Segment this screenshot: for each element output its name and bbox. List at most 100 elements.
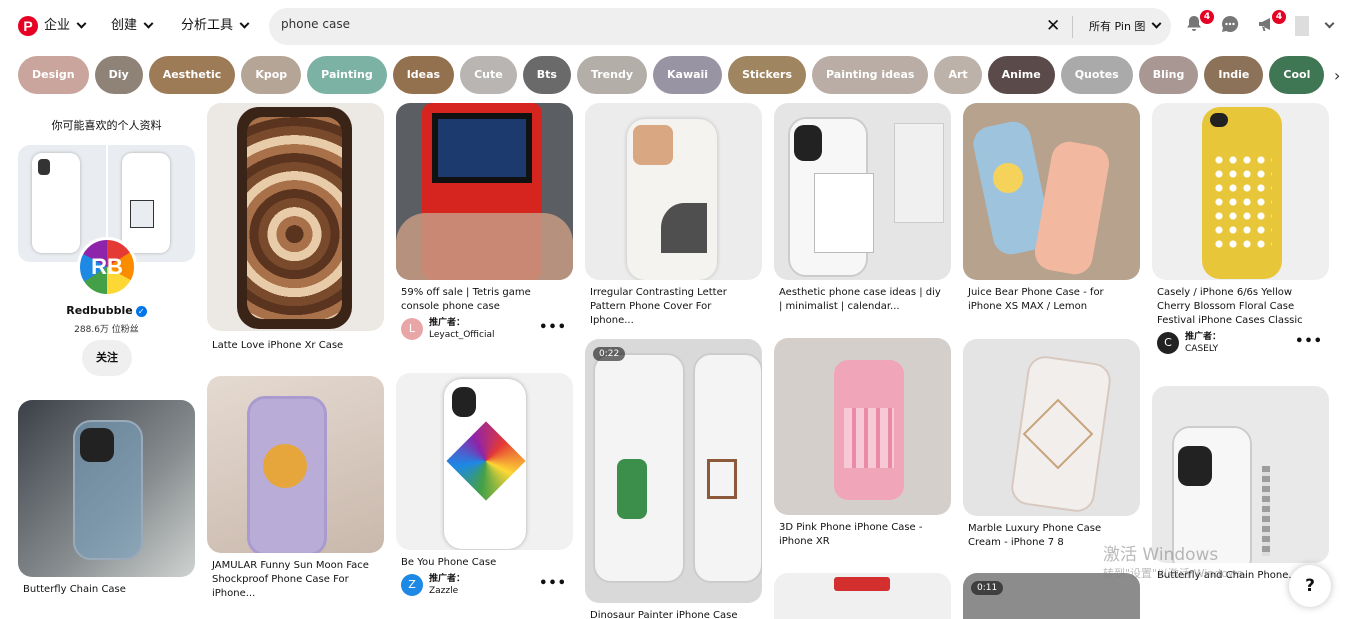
chip-trendy[interactable]: Trendy xyxy=(576,56,647,94)
promoter-avatar: C xyxy=(1157,332,1179,354)
search-input[interactable] xyxy=(281,17,981,31)
message-icon xyxy=(1221,15,1239,33)
more-options-icon[interactable]: ••• xyxy=(539,320,567,335)
follow-button[interactable]: 关注 xyxy=(82,340,132,376)
profile-name[interactable]: Redbubble ✓ xyxy=(18,304,195,317)
chip-bling[interactable]: Bling xyxy=(1138,56,1199,94)
pin-column xyxy=(774,573,951,619)
redbubble-avatar[interactable]: RB xyxy=(77,237,137,297)
pin-title: Be You Phone Case xyxy=(401,557,497,568)
watermark-line2: 转到"设置"以激活 Windows。 xyxy=(1103,567,1254,580)
pin-card[interactable]: Irregular Contrasting Letter Pattern Pho… xyxy=(585,103,762,328)
chip-art[interactable]: Art xyxy=(934,56,982,94)
top-bar: P 企业 创建 分析工具 ✕ 所有 Pin 图 4 4 xyxy=(0,0,1345,52)
chip-stickers[interactable]: Stickers xyxy=(728,56,807,94)
chip-ideas[interactable]: Ideas xyxy=(392,56,455,94)
user-avatar[interactable] xyxy=(1295,16,1309,36)
promoted-label: 推广者： xyxy=(429,318,466,328)
pin-image xyxy=(1152,386,1329,563)
pin-card[interactable]: 59% off sale | Tetris game console phone… xyxy=(396,103,573,344)
chip-kawaii[interactable]: Kawaii xyxy=(653,56,723,94)
nav-business[interactable]: 企业 xyxy=(44,16,87,36)
chevron-down-icon[interactable] xyxy=(1324,18,1335,29)
pin-promoter[interactable]: L 推广者： Leyact_Official ••• xyxy=(396,314,573,344)
pin-image xyxy=(207,103,384,331)
pin-title: Irregular Contrasting Letter Pattern Pho… xyxy=(590,287,727,326)
chip-anime[interactable]: Anime xyxy=(987,56,1055,94)
promoter-avatar: L xyxy=(401,318,423,340)
pin-card[interactable]: Be You Phone Case Z 推广者： Zazzle ••• xyxy=(396,373,573,600)
pinterest-logo-icon[interactable]: P xyxy=(18,16,38,36)
notifications-button[interactable]: 4 xyxy=(1184,10,1214,38)
pin-promoter[interactable]: C 推广者： CASELY ••• xyxy=(1152,328,1329,358)
pin-title: Butterfly Chain Case xyxy=(23,584,126,595)
pin-card[interactable]: JAMULAR Funny Sun Moon Face Shockproof P… xyxy=(207,376,384,601)
pin-image xyxy=(963,103,1140,280)
search-scope-dropdown[interactable]: 所有 Pin 图 xyxy=(1089,18,1162,34)
promoter-name: CASELY xyxy=(1185,344,1219,354)
nav-create[interactable]: 创建 xyxy=(111,16,154,36)
pin-column: Casely / iPhone 6/6s Yellow Cherry Bloss… xyxy=(1152,103,1329,358)
promoted-label: 推广者： xyxy=(1185,332,1222,342)
more-options-icon[interactable]: ••• xyxy=(539,576,567,591)
pin-image xyxy=(396,103,573,280)
pin-image xyxy=(774,573,951,619)
chip-design[interactable]: Design xyxy=(18,56,89,94)
pin-column: 0:22 Dinosaur Painter iPhone Case xyxy=(585,339,762,619)
pin-column: JAMULAR Funny Sun Moon Face Shockproof P… xyxy=(207,376,384,601)
chip-indie[interactable]: Indie xyxy=(1204,56,1264,94)
pin-title: 3D Pink Phone iPhone Case - iPhone XR xyxy=(779,522,923,547)
pin-column: Juice Bear Phone Case - for iPhone XS MA… xyxy=(963,103,1140,314)
chip-cool[interactable]: Cool xyxy=(1269,56,1325,94)
close-icon[interactable]: ✕ xyxy=(1046,16,1060,36)
chip-aesthetic[interactable]: Aesthetic xyxy=(148,56,236,94)
search-bar: ✕ 所有 Pin 图 xyxy=(269,8,1171,45)
pin-promoter[interactable]: Z 推广者： Zazzle ••• xyxy=(396,570,573,600)
chip-cute[interactable]: Cute xyxy=(460,56,517,94)
suggestion-chips: Design Diy Aesthetic Kpop Painting Ideas Cute B… xyxy=(18,56,1328,94)
pin-image xyxy=(1152,103,1329,280)
pin-card[interactable] xyxy=(774,573,951,619)
pin-card[interactable]: Latte Love iPhone Xr Case xyxy=(207,103,384,353)
nav-analytics[interactable]: 分析工具 xyxy=(181,16,250,36)
pin-image xyxy=(585,103,762,280)
watermark-line1: 激活 Windows xyxy=(1103,545,1219,565)
pin-column: Marble Luxury Phone Case Cream - iPhone … xyxy=(963,339,1140,550)
chip-quotes[interactable]: Quotes xyxy=(1060,56,1133,94)
chevron-right-icon[interactable]: › xyxy=(1334,66,1340,85)
search-scope-label: 所有 Pin 图 xyxy=(1089,20,1146,33)
windows-activation-watermark: 激活 Windows 转到"设置"以激活 Windows。 xyxy=(1103,540,1254,581)
more-options-icon[interactable]: ••• xyxy=(1295,334,1323,349)
pin-card[interactable]: Casely / iPhone 6/6s Yellow Cherry Bloss… xyxy=(1152,103,1329,358)
nav-business-label: 企业 xyxy=(44,18,71,33)
pin-image xyxy=(774,338,951,515)
pin-image: 0:22 xyxy=(585,339,762,603)
pin-column: Be You Phone Case Z 推广者： Zazzle ••• xyxy=(396,373,573,600)
pin-title: Aesthetic phone case ideas | diy | minim… xyxy=(779,287,941,312)
chip-painting-ideas[interactable]: Painting ideas xyxy=(812,56,929,94)
chip-kpop[interactable]: Kpop xyxy=(241,56,302,94)
pin-card[interactable]: 0:22 Dinosaur Painter iPhone Case xyxy=(585,339,762,619)
pin-card[interactable]: Juice Bear Phone Case - for iPhone XS MA… xyxy=(963,103,1140,314)
chip-bts[interactable]: Bts xyxy=(522,56,571,94)
chip-painting[interactable]: Painting xyxy=(307,56,387,94)
nav-analytics-label: 分析工具 xyxy=(181,18,234,33)
pin-card[interactable]: Marble Luxury Phone Case Cream - iPhone … xyxy=(963,339,1140,550)
promoter-name: Zazzle xyxy=(429,586,459,596)
promoted-label: 推广者： xyxy=(429,574,466,584)
pin-image xyxy=(963,339,1140,516)
pin-card[interactable]: Aesthetic phone case ideas | diy | minim… xyxy=(774,103,951,314)
profile-followers: 288.6万 位粉丝 xyxy=(74,325,139,335)
pin-title: 59% off sale | Tetris game console phone… xyxy=(401,287,531,312)
pin-card[interactable]: 3D Pink Phone iPhone Case - iPhone XR xyxy=(774,338,951,549)
pin-image xyxy=(18,400,195,577)
pin-image xyxy=(207,376,384,553)
messages-button[interactable] xyxy=(1220,14,1244,38)
pin-title: Juice Bear Phone Case - for iPhone XS MA… xyxy=(968,287,1104,312)
help-button[interactable]: ? xyxy=(1289,565,1331,607)
chip-diy[interactable]: Diy xyxy=(94,56,143,94)
pin-title: Dinosaur Painter iPhone Case xyxy=(590,610,738,619)
chevron-down-icon xyxy=(76,18,87,29)
pin-card[interactable]: Butterfly Chain Case xyxy=(18,400,195,597)
updates-button[interactable]: 4 xyxy=(1256,10,1286,38)
